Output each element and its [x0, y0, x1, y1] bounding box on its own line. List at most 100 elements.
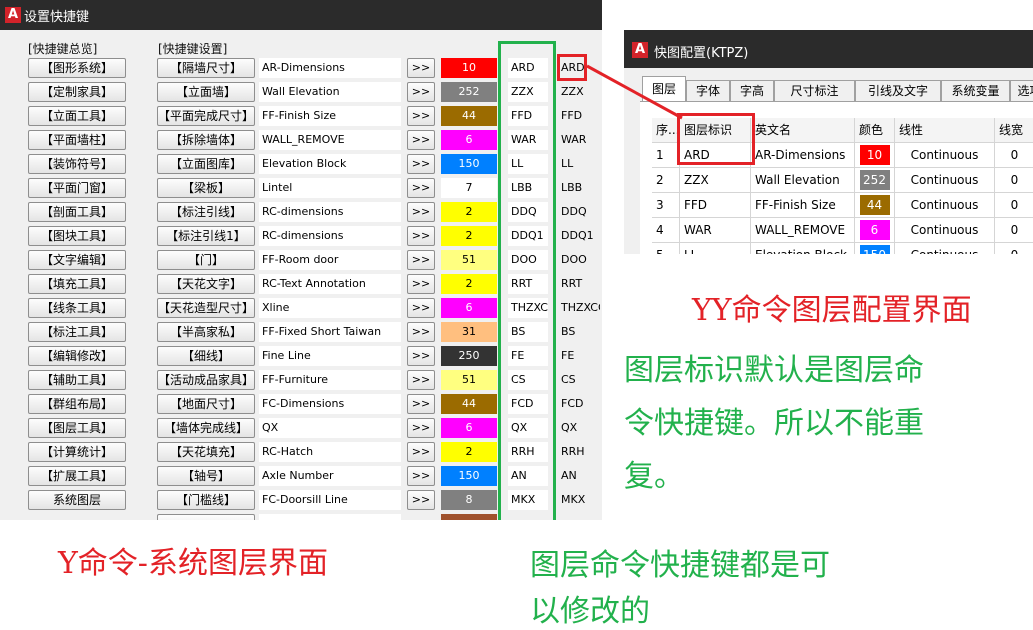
color-swatch[interactable]: 150 [441, 154, 497, 174]
linetype-cell[interactable]: Continuous [895, 168, 995, 193]
color-swatch[interactable]: 6 [441, 298, 497, 318]
lineweight-cell[interactable]: 0 [995, 193, 1033, 218]
category-button[interactable]: 【剖面工具】 [28, 202, 126, 222]
lineweight-cell[interactable]: 0 [995, 218, 1033, 243]
color-swatch[interactable]: 2 [441, 442, 497, 462]
layer-command-button[interactable]: 【天花造型尺寸】 [157, 298, 255, 318]
expand-arrow-button[interactable]: >> [407, 250, 435, 270]
layer-command-button[interactable]: 【墙体完成线】 [157, 418, 255, 438]
english-name-field[interactable]: FF-Fixed Short Taiwan [259, 322, 401, 342]
english-name-field[interactable]: FF-Furniture [259, 370, 401, 390]
lineweight-cell[interactable]: 0 [995, 243, 1033, 254]
tab-4[interactable]: 引线及文字 [855, 80, 941, 101]
expand-arrow-button[interactable]: >> [407, 130, 435, 150]
layer-command-button[interactable]: 【轴号】 [157, 466, 255, 486]
color-swatch[interactable]: 150 [441, 466, 497, 486]
color-swatch-partial[interactable] [441, 514, 497, 520]
expand-arrow-button[interactable]: >> [407, 154, 435, 174]
layer-id-cell[interactable]: ZZX [680, 168, 751, 193]
category-button[interactable]: 【立面工具】 [28, 106, 126, 126]
layer-command-button[interactable]: 【天花填充】 [157, 442, 255, 462]
layer-command-button[interactable]: 【门槛线】 [157, 490, 255, 510]
english-name-field[interactable]: FC-Doorsill Line [259, 490, 401, 510]
color-swatch[interactable]: 150 [859, 245, 890, 254]
english-name-field[interactable]: QX [259, 418, 401, 438]
english-name-cell[interactable]: WALL_REMOVE [751, 218, 855, 243]
english-name-field[interactable]: Elevation Block [259, 154, 401, 174]
expand-arrow-button[interactable]: >> [407, 274, 435, 294]
expand-arrow-button[interactable]: >> [407, 178, 435, 198]
layer-command-button[interactable]: 【半高家私】 [157, 322, 255, 342]
color-swatch[interactable]: 6 [441, 130, 497, 150]
english-name-field[interactable]: WALL_REMOVE [259, 130, 401, 150]
english-name-field[interactable]: FF-Room door [259, 250, 401, 270]
tab-0[interactable]: 图层 [642, 76, 686, 102]
category-button[interactable]: 【计算统计】 [28, 442, 126, 462]
expand-arrow-button[interactable]: >> [407, 370, 435, 390]
color-cell[interactable]: 44 [855, 193, 895, 218]
layer-command-button[interactable]: 【隔墙尺寸】 [157, 58, 255, 78]
category-button[interactable]: 【图形系统】 [28, 58, 126, 78]
category-button[interactable]: 【平面门窗】 [28, 178, 126, 198]
expand-arrow-button[interactable]: >> [407, 442, 435, 462]
layer-command-button[interactable]: 【平面完成尺寸】 [157, 106, 255, 126]
layer-command-button[interactable]: 【拆除墙体】 [157, 130, 255, 150]
english-name-field-partial[interactable] [259, 514, 401, 520]
layer-command-button[interactable]: 【标注引线1】 [157, 226, 255, 246]
expand-arrow-button[interactable]: >> [407, 58, 435, 78]
tab-6[interactable]: 选项 [1010, 80, 1033, 101]
expand-arrow-button[interactable]: >> [407, 202, 435, 222]
english-name-cell[interactable]: Wall Elevation [751, 168, 855, 193]
color-swatch[interactable]: 51 [441, 250, 497, 270]
category-button[interactable]: 【群组布局】 [28, 394, 126, 414]
layer-command-button[interactable]: 【立面墙】 [157, 82, 255, 102]
english-name-cell[interactable]: Elevation Block [751, 243, 855, 254]
color-swatch[interactable]: 44 [441, 106, 497, 126]
lineweight-cell[interactable]: 0 [995, 168, 1033, 193]
english-name-field[interactable]: RC-Text Annotation [259, 274, 401, 294]
lineweight-cell[interactable]: 0 [995, 143, 1033, 168]
tab-1[interactable]: 字体 [686, 80, 730, 101]
expand-arrow-button[interactable]: >> [407, 394, 435, 414]
color-swatch[interactable]: 51 [441, 370, 497, 390]
expand-arrow-button[interactable]: >> [407, 322, 435, 342]
linetype-cell[interactable]: Continuous [895, 193, 995, 218]
english-name-field[interactable]: Wall Elevation [259, 82, 401, 102]
expand-arrow-button[interactable]: >> [407, 346, 435, 366]
category-button[interactable]: 【平面墙柱】 [28, 130, 126, 150]
category-button[interactable]: 【辅助工具】 [28, 370, 126, 390]
layer-command-button-partial[interactable] [157, 514, 255, 520]
expand-arrow-button[interactable]: >> [407, 82, 435, 102]
expand-arrow-button[interactable]: >> [407, 490, 435, 510]
color-swatch[interactable]: 8 [441, 490, 497, 510]
color-swatch[interactable]: 2 [441, 274, 497, 294]
color-cell[interactable]: 150 [855, 243, 895, 254]
color-swatch[interactable]: 6 [441, 418, 497, 438]
category-button[interactable]: 【填充工具】 [28, 274, 126, 294]
english-name-field[interactable]: RC-dimensions [259, 226, 401, 246]
color-swatch[interactable]: 44 [859, 195, 890, 215]
color-swatch[interactable]: 31 [441, 322, 497, 342]
color-swatch[interactable]: 250 [441, 346, 497, 366]
layer-id-cell[interactable]: FFD [680, 193, 751, 218]
layer-command-button[interactable]: 【细线】 [157, 346, 255, 366]
color-swatch[interactable]: 2 [441, 226, 497, 246]
tab-3[interactable]: 尺寸标注 [774, 80, 855, 101]
linetype-cell[interactable]: Continuous [895, 143, 995, 168]
english-name-field[interactable]: RC-dimensions [259, 202, 401, 222]
layer-command-button[interactable]: 【活动成品家具】 [157, 370, 255, 390]
color-swatch[interactable]: 7 [441, 178, 497, 198]
english-name-field[interactable]: Lintel [259, 178, 401, 198]
color-swatch[interactable]: 44 [441, 394, 497, 414]
category-button[interactable]: 【线条工具】 [28, 298, 126, 318]
layer-command-button[interactable]: 【门】 [157, 250, 255, 270]
category-button[interactable]: 【装饰符号】 [28, 154, 126, 174]
color-swatch[interactable]: 6 [859, 220, 890, 240]
linetype-cell[interactable]: Continuous [895, 218, 995, 243]
expand-arrow-button[interactable]: >> [407, 298, 435, 318]
tab-5[interactable]: 系统变量 [941, 80, 1010, 101]
color-swatch[interactable]: 252 [441, 82, 497, 102]
category-button[interactable]: 【文字编辑】 [28, 250, 126, 270]
layer-command-button[interactable]: 【立面图库】 [157, 154, 255, 174]
layer-command-button[interactable]: 【标注引线】 [157, 202, 255, 222]
